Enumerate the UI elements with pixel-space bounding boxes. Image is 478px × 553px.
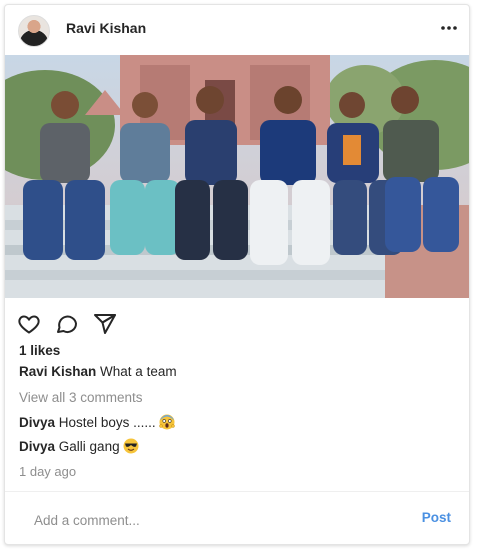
comment-item: Divya Hostel boys ...... bbox=[19, 414, 175, 430]
comment-username[interactable]: Divya bbox=[19, 415, 55, 430]
caption-text: What a team bbox=[100, 364, 177, 379]
sunglasses-face-emoji-icon bbox=[123, 438, 139, 454]
post-username[interactable]: Ravi Kishan bbox=[66, 20, 146, 36]
comment-text: Galli gang bbox=[58, 438, 120, 454]
comment-username[interactable]: Divya bbox=[19, 439, 55, 454]
post-comment-button[interactable]: Post bbox=[422, 510, 451, 525]
comment-bubble-icon[interactable] bbox=[55, 312, 79, 336]
post-header: Ravi Kishan bbox=[5, 5, 469, 53]
add-comment-input[interactable] bbox=[34, 510, 404, 530]
more-horizontal-icon[interactable] bbox=[439, 18, 459, 38]
post-image[interactable] bbox=[5, 55, 469, 298]
post-card: Ravi Kishan 1 likes Ravi Kishan What a t… bbox=[4, 4, 470, 545]
comment-text: Hostel boys ...... bbox=[58, 414, 156, 430]
avatar[interactable] bbox=[18, 15, 50, 47]
post-caption: Ravi Kishan What a team bbox=[19, 364, 177, 379]
screaming-face-emoji-icon bbox=[158, 414, 175, 430]
likes-count[interactable]: 1 likes bbox=[19, 343, 60, 358]
caption-username[interactable]: Ravi Kishan bbox=[19, 364, 96, 379]
post-timestamp: 1 day ago bbox=[19, 464, 77, 479]
view-all-comments-link[interactable]: View all 3 comments bbox=[19, 390, 143, 405]
send-icon[interactable] bbox=[93, 312, 117, 336]
divider bbox=[5, 491, 469, 492]
heart-icon[interactable] bbox=[17, 312, 41, 336]
comment-item: Divya Galli gang bbox=[19, 438, 139, 454]
